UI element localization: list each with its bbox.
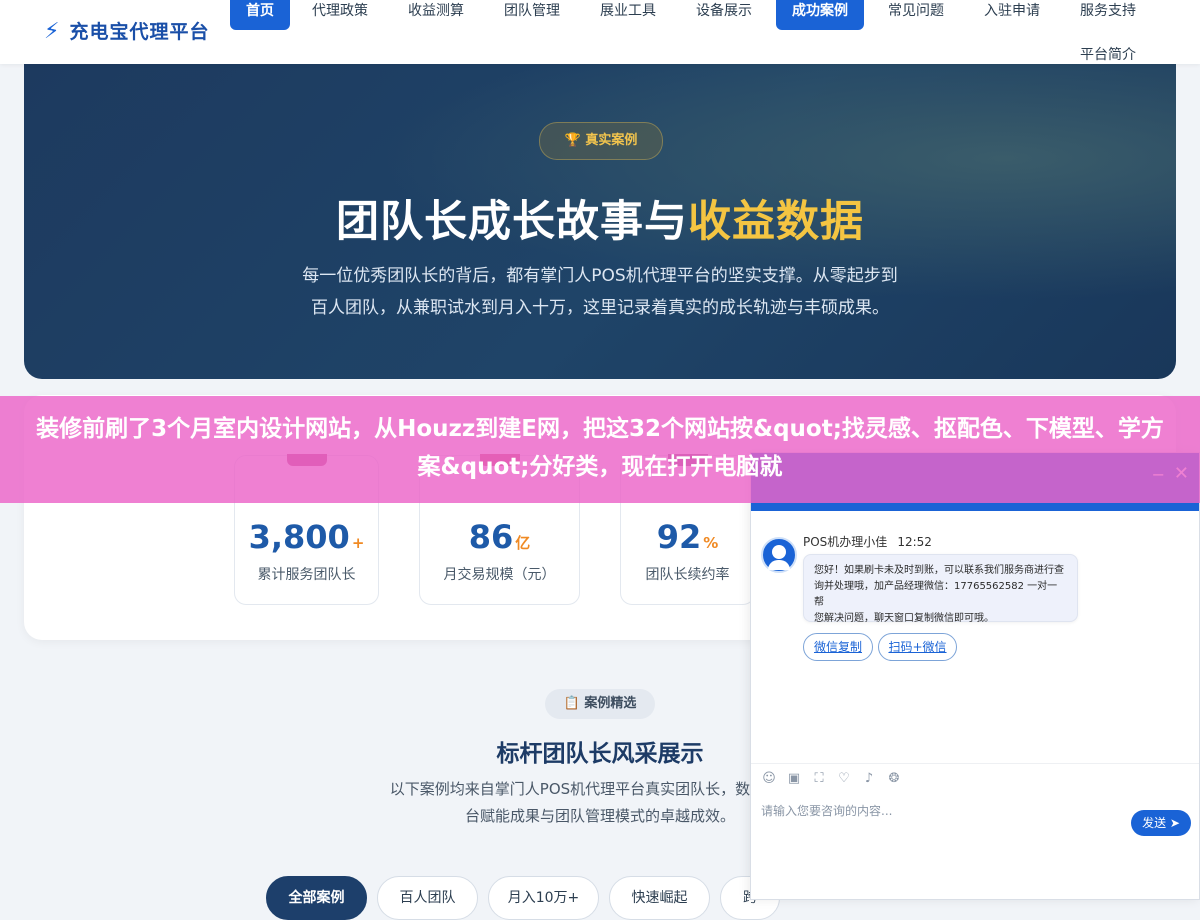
site-header: ⚡ 充电宝代理平台 首页 代理政策 收益测算 团队管理 展业工具 设备展示 成功…	[0, 0, 1200, 64]
message-line: 您好！如果刷卡未及时到账，可以联系我们服务商进行查	[814, 565, 1064, 576]
scan-wechat-button[interactable]: 扫码+微信	[878, 633, 957, 661]
filter-all-cases[interactable]: 全部案例	[266, 876, 367, 920]
real-case-badge: 🏆 真实案例	[539, 122, 663, 160]
screenshot-icon[interactable]: ⛶	[811, 771, 827, 786]
message-line: 您解决问题，聊天窗口复制微信即可哦。	[814, 613, 994, 624]
message-line: 询并处理哦，加产品经理微信：17765562582 一对一帮	[814, 581, 1058, 608]
nav-about[interactable]: 平台简介	[1064, 44, 1152, 74]
filter-monthly-100k[interactable]: 月入10万+	[488, 876, 599, 920]
copy-wechat-button[interactable]: 微信复制	[803, 633, 873, 661]
site-logo[interactable]: ⚡ 充电宝代理平台	[44, 20, 209, 44]
rating-icon[interactable]: ♡	[836, 771, 852, 786]
hero-title: 团队长成长故事与收益数据	[24, 187, 1176, 249]
send-button[interactable]: 发送 ➤	[1131, 810, 1191, 836]
stat-label: 累计服务团队长	[257, 567, 356, 583]
hero-desc-line-1: 每一位优秀团队长的背后，都有掌门人POS机代理平台的坚实支撑。从零起步到	[302, 266, 898, 286]
bolt-icon: ⚡	[44, 19, 60, 44]
stat-label: 团队长续约率	[645, 567, 730, 583]
main-nav: 首页 代理政策 收益测算 团队管理 展业工具 设备展示 成功案例 常见问题 入驻…	[230, 0, 1160, 64]
message-time: 12:52	[897, 535, 932, 549]
nav-faq[interactable]: 常见问题	[872, 0, 960, 30]
filter-rapid-rise[interactable]: 快速崛起	[609, 876, 710, 920]
stat-label: 月交易规模（元）	[443, 567, 556, 583]
hero-title-main: 团队长成长故事与	[336, 197, 688, 247]
sender-name: POS机办理小佳	[803, 535, 888, 549]
overlay-banner[interactable]: 装修前刷了3个月室内设计网站，从Houzz到建E网，把这32个网站按&quot;…	[0, 396, 1200, 503]
brand-name: 充电宝代理平台	[69, 21, 210, 43]
agent-avatar	[761, 537, 797, 573]
banner-text: 装修前刷了3个月室内设计网站，从Houzz到建E网，把这32个网站按&quot;…	[36, 416, 1164, 480]
hero-description: 每一位优秀团队长的背后，都有掌门人POS机代理平台的坚实支撑。从零起步到 百人团…	[280, 260, 920, 324]
filter-hundred-team[interactable]: 百人团队	[377, 876, 478, 920]
nav-success-cases[interactable]: 成功案例	[776, 0, 864, 30]
nav-income-calc[interactable]: 收益测算	[392, 0, 480, 30]
sound-icon[interactable]: ♪	[861, 771, 877, 786]
featured-cases-badge: 📋 案例精选	[545, 689, 655, 719]
nav-home[interactable]: 首页	[230, 0, 290, 30]
emoji-icon[interactable]: ☺	[761, 771, 777, 786]
stat-value: 86 亿	[468, 518, 531, 556]
hero-desc-line-2: 百人团队，从兼职试水到月入十万，这里记录着真实的成长轨迹与丰硕成果。	[311, 298, 889, 318]
message-sender: POS机办理小佳 12:52	[803, 533, 932, 550]
hero-section: 🏆 真实案例 团队长成长故事与收益数据 每一位优秀团队长的背后，都有掌门人POS…	[24, 64, 1176, 379]
nav-team-mgmt[interactable]: 团队管理	[488, 0, 576, 30]
chat-divider	[751, 763, 1199, 764]
stat-value: 3,800 +	[248, 518, 365, 556]
nav-devices[interactable]: 设备展示	[680, 0, 768, 30]
nav-agent-policy[interactable]: 代理政策	[296, 0, 384, 30]
stat-value: 92%	[656, 518, 719, 556]
chat-input[interactable]: 请输入您要咨询的内容...	[761, 802, 892, 819]
chat-widget: − ✕ POS机办理小佳12:52 您好！如果刷卡未及时到账，可以联系我们服务商…	[750, 452, 1200, 900]
chat-toolbar: ☺ ▣ ⛶ ♡ ♪ ❂	[761, 771, 902, 786]
message-bubble: 您好！如果刷卡未及时到账，可以联系我们服务商进行查 询并处理哦，加产品经理微信：…	[803, 554, 1078, 624]
image-icon[interactable]: ▣	[786, 771, 802, 786]
nav-tools[interactable]: 展业工具	[584, 0, 672, 30]
hero-title-highlight: 收益数据	[688, 197, 864, 247]
nav-apply[interactable]: 入驻申请	[968, 0, 1056, 30]
nav-support[interactable]: 服务支持	[1064, 0, 1152, 30]
wechat-icon[interactable]: ❂	[886, 771, 902, 786]
